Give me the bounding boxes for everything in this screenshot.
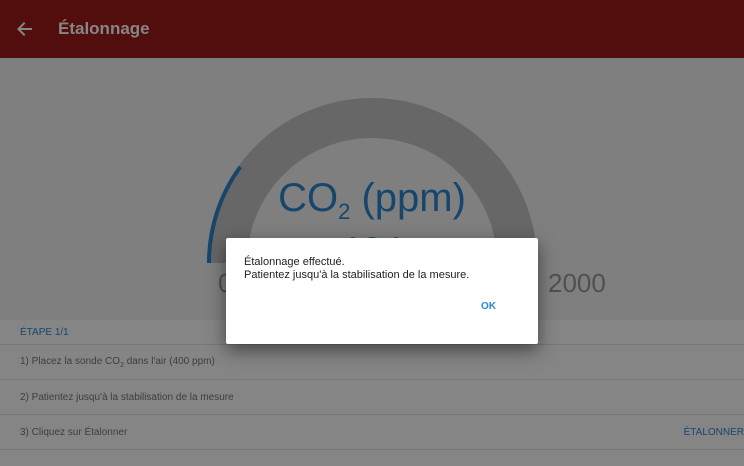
ok-button[interactable]: OK — [475, 297, 502, 316]
dialog-message-line-2: Patientez jusqu'à la stabilisation de la… — [244, 269, 470, 281]
modal-overlay[interactable] — [0, 0, 744, 466]
dialog-message: Étalonnage effectué. Patientez jusqu'à l… — [244, 256, 469, 282]
calibration-dialog: Étalonnage effectué. Patientez jusqu'à l… — [226, 238, 538, 344]
app-window: Étalonnage CO2 (ppm) 401 0 2000 ÉTAPE 1/… — [0, 0, 744, 466]
dialog-message-line-1: Étalonnage effectué. — [244, 256, 345, 268]
